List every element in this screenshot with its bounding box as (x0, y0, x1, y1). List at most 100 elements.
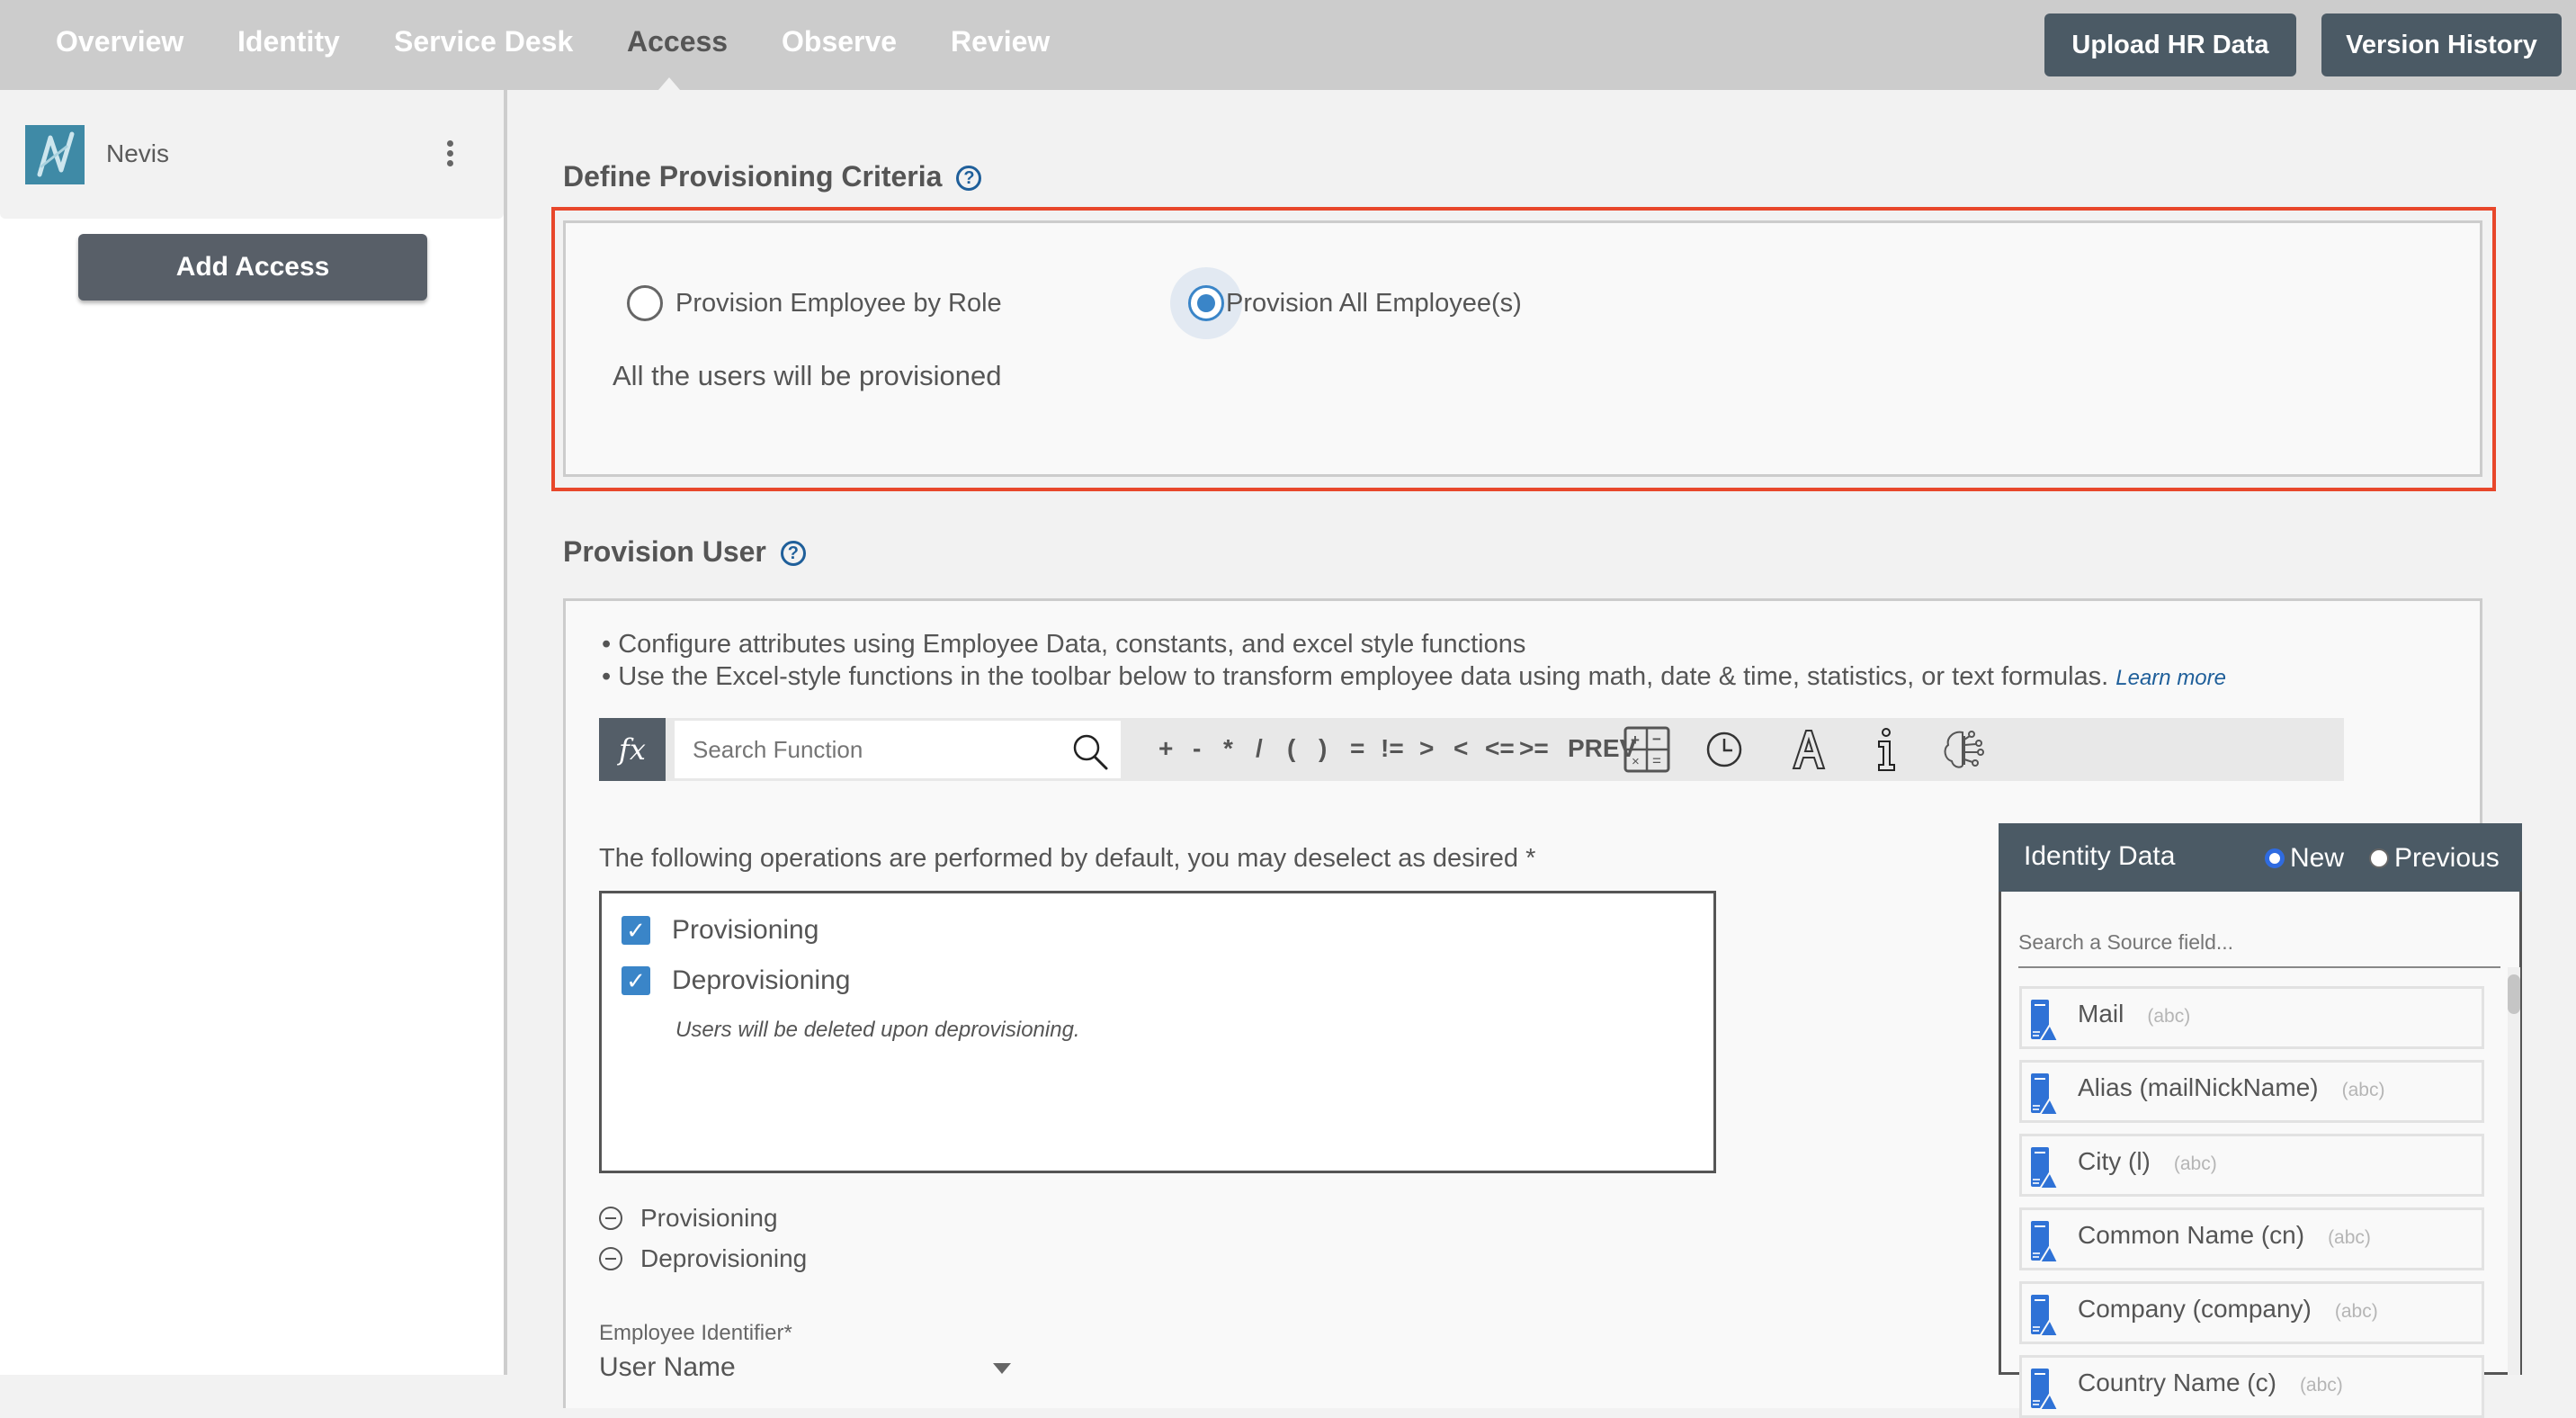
operations-note: The following operations are performed b… (599, 844, 1536, 873)
collapse-deprovisioning[interactable]: Deprovisioning (599, 1244, 807, 1273)
svg-text:+: + (1631, 731, 1640, 749)
clock-icon[interactable] (1700, 725, 1749, 774)
radio-provision-all-employees[interactable]: Provision All Employee(s) (1170, 267, 1522, 339)
radio-selected-icon[interactable] (2265, 848, 2285, 868)
collapse-minus-icon[interactable] (599, 1207, 622, 1230)
operator-less-than[interactable]: < (1453, 734, 1468, 763)
help-icon[interactable]: ? (956, 166, 982, 191)
employee-identifier-value: User Name (599, 1352, 736, 1382)
field-type-badge: (abc) (2299, 1375, 2343, 1396)
checkbox-label: Deprovisioning (672, 965, 851, 995)
checkbox-deprovisioning[interactable]: ✓ Deprovisioning (622, 965, 850, 996)
provisioning-criteria-panel: Provision Employee by Role Provision All… (563, 220, 2482, 477)
nav-tab-access[interactable]: Access (627, 25, 728, 58)
radio-provision-by-role[interactable]: Provision Employee by Role (627, 285, 1002, 321)
svg-text:−: − (1652, 731, 1661, 748)
svg-text:×: × (1632, 754, 1640, 769)
field-type-badge: (abc) (2328, 1227, 2371, 1248)
source-field-item[interactable]: Company (company) (abc) (2019, 1281, 2484, 1344)
radio-previous[interactable]: Previous (2369, 843, 2500, 874)
operator-close-paren[interactable]: ) (1319, 734, 1327, 763)
operator-equals[interactable]: = (1350, 734, 1364, 763)
nav-tab-overview[interactable]: Overview (56, 25, 183, 58)
field-list-scroll-track[interactable] (2508, 967, 2520, 1375)
operator-plus[interactable]: + (1158, 734, 1173, 763)
directory-field-icon (2031, 1073, 2058, 1115)
nav-tab-observe[interactable]: Observe (782, 25, 897, 58)
info-icon[interactable] (1862, 725, 1910, 774)
instruction-text: Configure attributes using Employee Data… (618, 630, 1526, 659)
top-navigation-bar: Overview Identity Service Desk Access Ob… (0, 0, 2576, 90)
checkbox-checked-icon[interactable]: ✓ (622, 916, 650, 945)
source-field-search-input[interactable] (2018, 918, 2500, 968)
source-field-item[interactable]: City (l) (abc) (2019, 1134, 2484, 1197)
help-icon[interactable]: ? (780, 541, 806, 566)
operator-greater-equal[interactable]: >= (1519, 734, 1549, 763)
text-icon[interactable] (1784, 725, 1833, 774)
source-field-item[interactable]: Common Name (cn) (abc) (2019, 1207, 2484, 1270)
field-name-text: Company (company) (2078, 1295, 2312, 1323)
app-card-nevis[interactable]: Nevis (0, 90, 504, 219)
fx-function-icon[interactable]: fx (599, 718, 666, 781)
source-field-name: City (l) (abc) (2078, 1147, 2217, 1176)
nav-tab-service-desk[interactable]: Service Desk (394, 25, 573, 58)
directory-field-icon (2031, 1295, 2058, 1336)
operations-box: ✓ Provisioning ✓ Deprovisioning Users wi… (599, 891, 1716, 1173)
source-field-item[interactable]: Country Name (c) (abc) (2019, 1355, 2484, 1418)
dropdown-caret-icon[interactable] (993, 1363, 1011, 1374)
operator-open-paren[interactable]: ( (1287, 734, 1295, 763)
instruction-item: Configure attributes using Employee Data… (602, 628, 2226, 660)
source-field-name: Company (company) (abc) (2078, 1295, 2378, 1324)
function-toolbar: fx + - * / ( ) = != > < <= >= PREV (599, 718, 2344, 781)
field-type-badge: (abc) (2334, 1301, 2378, 1322)
identity-data-title: Identity Data (2024, 841, 2176, 871)
operator-divide[interactable]: / (1256, 734, 1263, 763)
source-field-item[interactable]: Alias (mailNickName) (abc) (2019, 1060, 2484, 1123)
employee-identifier-label: Employee Identifier* (599, 1321, 792, 1345)
radio-label: Provision All Employee(s) (1226, 288, 1522, 318)
provision-user-title-text: Provision User (563, 535, 766, 568)
employee-identifier-select[interactable]: User Name (599, 1352, 1013, 1388)
active-tab-indicator (658, 77, 680, 90)
function-search-box (675, 721, 1121, 778)
checkbox-provisioning[interactable]: ✓ Provisioning (622, 915, 818, 946)
operator-multiply[interactable]: * (1223, 734, 1233, 763)
radio-new-label: New (2290, 843, 2345, 873)
add-access-button[interactable]: Add Access (78, 234, 427, 301)
more-options-icon[interactable] (443, 140, 457, 169)
radio-new[interactable]: New (2265, 843, 2344, 874)
radio-button-unselected[interactable] (627, 285, 663, 321)
checkbox-checked-icon[interactable]: ✓ (622, 966, 650, 995)
function-search-input[interactable] (693, 733, 1052, 766)
field-list-scrollbar[interactable] (2508, 974, 2520, 1014)
operator-minus[interactable]: - (1193, 734, 1201, 763)
search-icon[interactable] (1070, 731, 1110, 771)
version-history-button[interactable]: Version History (2321, 13, 2562, 76)
collapse-minus-icon[interactable] (599, 1247, 622, 1270)
learn-more-link[interactable]: Learn more (2115, 666, 2226, 690)
collapse-provisioning[interactable]: Provisioning (599, 1204, 778, 1233)
source-field-name: Mail (abc) (2078, 1000, 2190, 1028)
operator-greater-than[interactable]: > (1419, 734, 1434, 763)
instruction-text: Use the Excel-style functions in the too… (618, 662, 2109, 691)
nav-tab-review[interactable]: Review (951, 25, 1050, 58)
operator-not-equals[interactable]: != (1381, 734, 1404, 763)
provision-user-section-title: Provision User? (563, 535, 806, 569)
nav-tab-identity[interactable]: Identity (237, 25, 340, 58)
radio-unselected-icon[interactable] (2369, 848, 2389, 868)
upload-hr-data-button[interactable]: Upload HR Data (2044, 13, 2296, 76)
source-field-name: Alias (mailNickName) (abc) (2078, 1073, 2384, 1102)
source-field-item[interactable]: Mail (abc) (2019, 986, 2484, 1049)
ai-brain-icon[interactable] (1939, 725, 1988, 774)
calculator-icon[interactable]: + − × = (1623, 725, 1671, 774)
field-name-text: Common Name (cn) (2078, 1221, 2305, 1249)
identity-data-header: Identity Data New Previous (1999, 823, 2522, 892)
source-field-name: Country Name (c) (abc) (2078, 1369, 2343, 1397)
collapse-label: Deprovisioning (640, 1244, 808, 1272)
svg-text:=: = (1652, 752, 1661, 769)
field-type-badge: (abc) (2341, 1080, 2385, 1100)
operator-less-equal[interactable]: <= (1485, 734, 1515, 763)
radio-button-selected[interactable] (1188, 285, 1224, 321)
app-name: Nevis (106, 139, 170, 167)
directory-field-icon (2031, 1147, 2058, 1189)
